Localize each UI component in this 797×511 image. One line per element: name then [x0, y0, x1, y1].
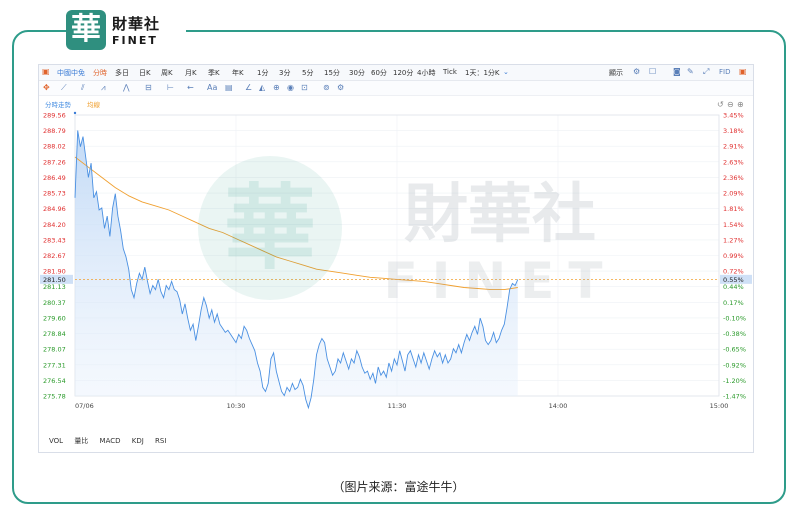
- y-right-tick-label: -0.38%: [723, 330, 746, 338]
- y-tick-label: 281.13: [43, 283, 66, 291]
- y-tick-label: 282.67: [43, 252, 66, 260]
- y-right-tick-label: -1.20%: [723, 377, 746, 385]
- x-tick-label: 07/06: [75, 402, 94, 410]
- y-tick-label: 275.78: [43, 393, 66, 401]
- brand-mark: 華: [66, 10, 106, 50]
- x-axis: 07/06 10:30 11:30 14:00 15:00: [75, 402, 728, 410]
- y-right-tick-label: 2.63%: [723, 158, 744, 166]
- zoom-out-icon[interactable]: ⊖: [727, 100, 734, 109]
- y-right-tick-label: 0.99%: [723, 252, 744, 260]
- y-right-tick-label: -1.47%: [723, 393, 746, 401]
- y-axis-left: 289.56 288.79 288.02 287.26 286.49 285.73 284.…: [43, 112, 66, 401]
- y-tick-label: 286.49: [43, 174, 66, 182]
- price-fill: [75, 130, 518, 408]
- chart-controls: ↺ ⊖ ⊕: [717, 100, 744, 109]
- indicator-volume-ratio[interactable]: 量比: [74, 437, 88, 445]
- y-right-tick-label: 1.54%: [723, 221, 744, 229]
- y-tick-label: 281.90: [43, 268, 66, 276]
- reset-icon[interactable]: ↺: [717, 100, 724, 109]
- y-right-tick-label: 1.81%: [723, 205, 744, 213]
- chart-area: 281.50 0.55% 289.56288.79288.02287.26286.…: [40, 100, 752, 410]
- image-caption: （图片来源：富途牛牛）: [332, 480, 465, 494]
- y-right-tick-label: -0.92%: [723, 361, 746, 369]
- start-dot: [73, 111, 77, 115]
- avg-line-group: [74, 156, 518, 291]
- chart-panel: ▣ 中國中免 分時 多日 日K 周K 月K 季K 年K 1分 3分 5分 15分…: [38, 64, 754, 453]
- y-tick-label: 277.31: [43, 361, 66, 369]
- zoom-in-icon[interactable]: ⊕: [737, 100, 744, 109]
- y-right-tick-label: 3.18%: [723, 127, 744, 135]
- x-tick-label: 10:30: [227, 402, 246, 410]
- y-tick-label: 288.79: [43, 127, 66, 135]
- legend-avg: 均線: [87, 100, 101, 109]
- y-tick-label: 278.84: [43, 330, 66, 338]
- y-tick-label: 287.26: [43, 158, 66, 166]
- avg-line: [74, 156, 518, 291]
- y-right-tick-label: 2.91%: [723, 143, 744, 151]
- brand-name-en: FINET: [112, 34, 158, 47]
- y-tick-label: 276.54: [43, 377, 66, 385]
- y-right-tick-label: -0.65%: [723, 346, 746, 354]
- indicator-rsi[interactable]: RSI: [155, 437, 166, 445]
- y-tick-label: 285.73: [43, 190, 66, 198]
- indicator-kdj[interactable]: KDJ: [132, 437, 144, 445]
- y-right-tick-label: 2.09%: [723, 190, 744, 198]
- y-tick-label: 284.20: [43, 221, 66, 229]
- legend-price: 分時走勢: [45, 100, 72, 109]
- y-right-tick-label: 2.36%: [723, 174, 744, 182]
- y-right-tick-label: -0.10%: [723, 314, 746, 322]
- y-right-tick-label: 3.45%: [723, 112, 744, 120]
- y-right-tick-label: 0.17%: [723, 299, 744, 307]
- indicator-macd[interactable]: MACD: [100, 437, 121, 445]
- brand-name-cn: 財華社: [112, 15, 161, 33]
- y-tick-label: 283.43: [43, 236, 66, 244]
- x-tick-label: 14:00: [549, 402, 568, 410]
- y-tick-label: 289.56: [43, 112, 66, 120]
- y-right-tick-label: 0.44%: [723, 283, 744, 291]
- y-tick-label: 280.37: [43, 299, 66, 307]
- y-tick-label: 288.02: [43, 143, 66, 151]
- x-tick-label: 15:00: [710, 402, 729, 410]
- indicator-bar: VOL 量比 MACD KDJ RSI: [49, 436, 175, 446]
- brand-logo: 華 財華社 FINET: [66, 6, 186, 54]
- y-axis-right: 3.45% 3.18% 2.91% 2.63% 2.36% 2.09% 1.81% 1.54%…: [723, 112, 746, 401]
- y-right-tick-label: 0.72%: [723, 268, 744, 276]
- indicator-vol[interactable]: VOL: [49, 437, 63, 445]
- x-tick-label: 11:30: [388, 402, 407, 410]
- y-tick-label: 284.96: [43, 205, 66, 213]
- y-right-tick-label: 1.27%: [723, 236, 744, 244]
- price-area: [75, 130, 518, 408]
- y-tick-label: 279.60: [43, 314, 66, 322]
- y-tick-label: 278.07: [43, 346, 66, 354]
